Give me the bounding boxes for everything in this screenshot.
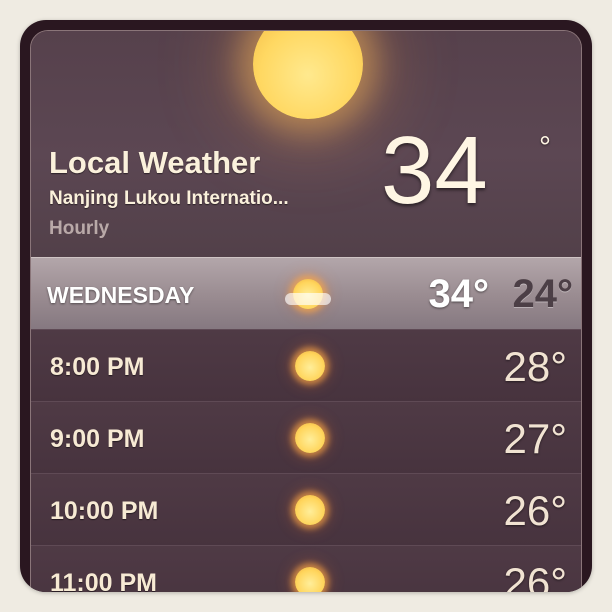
weather-widget: Local Weather Nanjing Lukou Internatio..… <box>20 20 592 592</box>
sun-icon <box>295 567 325 592</box>
degree-symbol: ° <box>539 131 551 164</box>
hour-temp: 26° <box>503 559 567 592</box>
current-temperature: 34 <box>381 117 488 224</box>
hour-temp: 28° <box>503 343 567 390</box>
hourly-row[interactable]: 8:00 PM 28° <box>31 329 581 403</box>
hour-time: 10:00 PM <box>50 497 159 525</box>
widget-title: Local Weather <box>49 145 261 180</box>
hour-time: 9:00 PM <box>50 425 145 453</box>
sun-icon <box>295 495 325 525</box>
hour-time: 11:00 PM <box>50 569 158 592</box>
day-name: WEDNESDAY <box>47 282 195 308</box>
weather-header[interactable]: Local Weather Nanjing Lukou Internatio..… <box>31 31 581 257</box>
day-forecast-row[interactable]: WEDNESDAY 34° 24° <box>31 257 581 330</box>
widget-panel: Local Weather Nanjing Lukou Internatio..… <box>30 30 582 592</box>
hourly-row[interactable]: 9:00 PM 27° <box>31 401 581 475</box>
forecast-mode: Hourly <box>49 218 110 239</box>
day-low-temp: 24° <box>512 272 574 316</box>
day-high-temp: 34° <box>428 272 490 316</box>
sun-icon <box>295 351 325 381</box>
hour-temp: 27° <box>503 415 567 462</box>
sun-icon <box>295 423 325 453</box>
hourly-row[interactable]: 11:00 PM 26° <box>31 545 581 592</box>
hour-time: 8:00 PM <box>50 353 145 381</box>
sun-icon <box>253 31 363 119</box>
hour-temp: 26° <box>503 487 567 534</box>
hourly-row[interactable]: 10:00 PM 26° <box>31 473 581 547</box>
cloud-icon <box>285 293 331 305</box>
location-name: Nanjing Lukou Internatio... <box>49 188 289 209</box>
